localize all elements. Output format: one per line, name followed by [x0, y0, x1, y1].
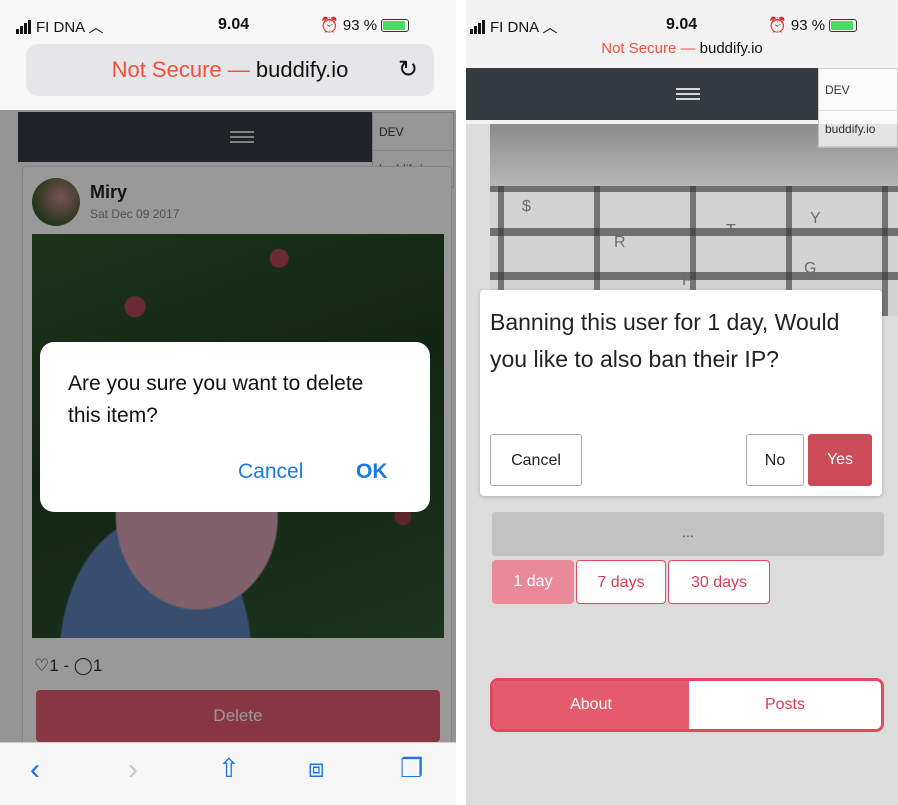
clock: 9.04: [666, 16, 698, 33]
not-secure-label: Not Secure —: [601, 40, 696, 57]
tabs-icon[interactable]: ❐: [400, 753, 423, 784]
domain-label: buddify.io: [255, 57, 349, 82]
forward-icon[interactable]: ›: [128, 753, 138, 787]
wifi-icon: ︿: [88, 19, 104, 36]
address-bar[interactable]: Not Secure — buddify.io ↻: [26, 44, 434, 96]
address-bar[interactable]: Not Secure — buddify.io: [466, 40, 898, 57]
ban-ip-modal: Banning this user for 1 day, Would you l…: [480, 290, 882, 496]
back-icon[interactable]: ‹: [30, 753, 40, 787]
confirm-message: Are you sure you want to delete this ite…: [68, 372, 364, 427]
no-button[interactable]: No: [746, 434, 804, 486]
share-icon[interactable]: ⇧: [218, 753, 240, 784]
carrier: FI DNA ︿: [470, 16, 558, 38]
profile-tabs: About Posts: [490, 678, 884, 732]
more-options-bar[interactable]: ...: [492, 512, 884, 556]
domain-label: buddify.io: [699, 40, 763, 57]
right-screenshot: FI DNA ︿ 9.04 ⏰ 93 % Not Secure — buddif…: [466, 0, 898, 805]
not-secure-label: Not Secure —: [111, 57, 250, 82]
ok-button[interactable]: OK: [356, 460, 388, 484]
hamburger-menu-icon[interactable]: [676, 88, 700, 100]
ban-1-day-button[interactable]: 1 day: [492, 560, 574, 604]
alarm-icon: ⏰: [320, 17, 339, 34]
battery-status: ⏰ 93 %: [768, 16, 858, 34]
bookmarks-icon[interactable]: ⧈: [308, 753, 325, 785]
ban-7-days-button[interactable]: 7 days: [576, 560, 666, 604]
carrier: FI DNA ︿: [16, 16, 104, 38]
dev-menu-item-dev[interactable]: DEV: [819, 69, 897, 111]
screenshot-divider: [456, 0, 466, 805]
ban-message: Banning this user for 1 day, Would you l…: [490, 309, 840, 372]
battery-icon: [829, 19, 858, 32]
status-bar: FI DNA ︿ 9.04 ⏰ 93 %: [466, 0, 898, 40]
battery-status: ⏰ 93 %: [320, 16, 410, 34]
yes-button[interactable]: Yes: [808, 434, 872, 486]
left-screenshot: FI DNA ︿ 9.04 ⏰ 93 % Not Secure — buddif…: [0, 0, 456, 805]
signal-icon: [470, 20, 486, 38]
cancel-button[interactable]: Cancel: [238, 460, 303, 484]
safari-toolbar: ‹ › ⇧ ⧈ ❐: [0, 742, 456, 805]
confirm-dialog: Are you sure you want to delete this ite…: [40, 342, 430, 512]
reload-icon[interactable]: ↻: [398, 44, 418, 96]
signal-icon: [16, 20, 32, 38]
status-bar: FI DNA ︿ 9.04 ⏰ 93 %: [0, 0, 456, 40]
alarm-icon: ⏰: [768, 17, 787, 34]
cancel-button[interactable]: Cancel: [490, 434, 582, 486]
ban-30-days-button[interactable]: 30 days: [668, 560, 770, 604]
wifi-icon: ︿: [542, 19, 558, 36]
clock: 9.04: [218, 16, 250, 33]
tab-posts[interactable]: Posts: [689, 681, 881, 729]
battery-icon: [381, 19, 410, 32]
tab-about[interactable]: About: [493, 681, 689, 729]
